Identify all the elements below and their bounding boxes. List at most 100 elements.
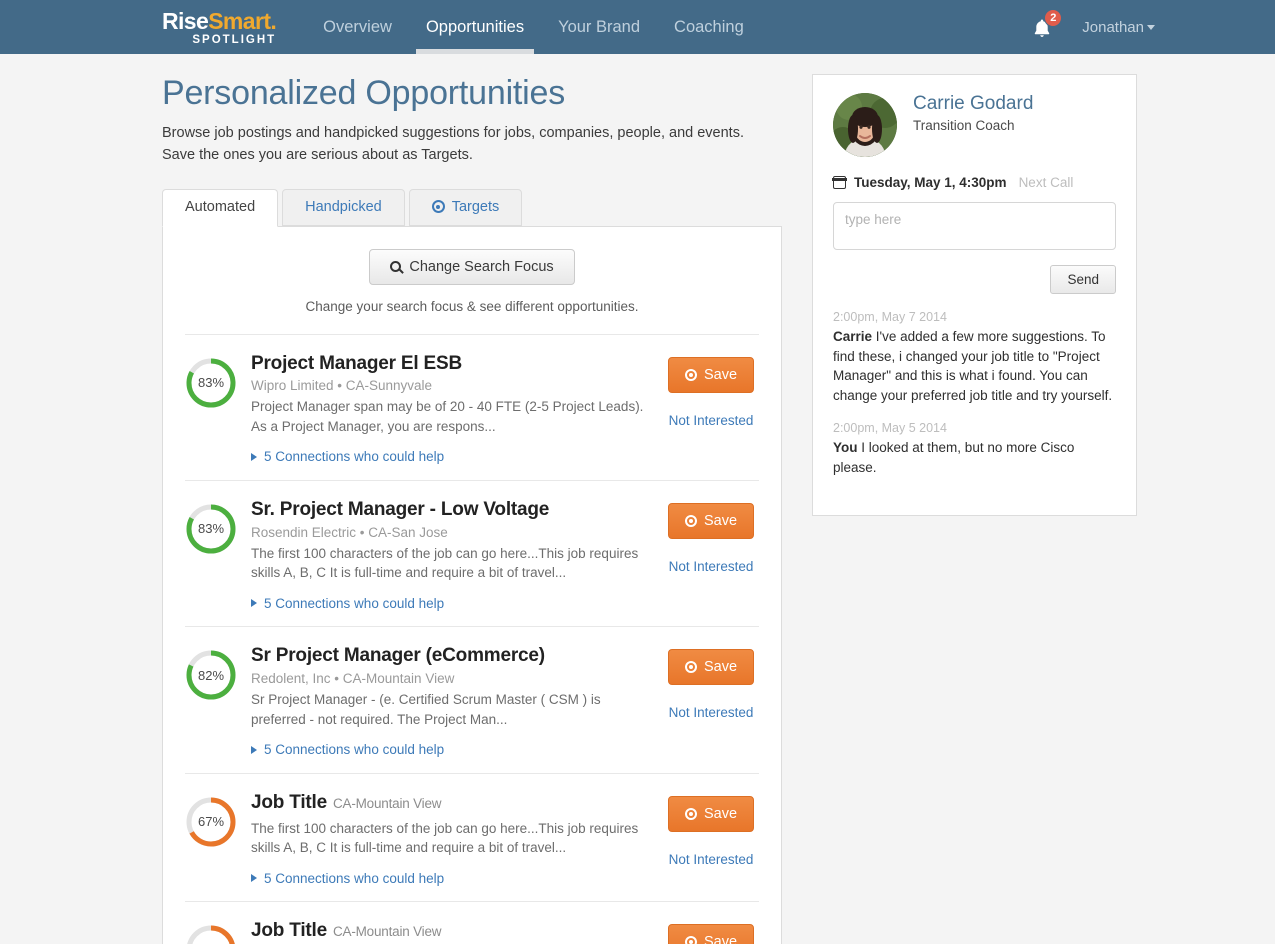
user-menu-button[interactable]: Jonathan <box>1082 19 1155 36</box>
job-details: Sr Project Manager (eCommerce) Redolent,… <box>251 645 649 758</box>
job-actions: Save Not Interested <box>663 353 759 428</box>
save-button[interactable]: Save <box>668 502 754 539</box>
change-search-focus-button[interactable]: Change Search Focus <box>369 248 575 285</box>
match-score-ring: 83% <box>185 503 237 555</box>
match-score-label: 83% <box>197 521 225 537</box>
top-navigation-bar: RiseSmart. SPOTLIGHT Overview Opportunit… <box>0 0 1275 54</box>
job-connections-link[interactable]: 5 Connections who could help <box>251 449 444 464</box>
not-interested-link[interactable]: Not Interested <box>663 559 759 574</box>
avatar <box>833 93 897 157</box>
job-snippet: Sr Project Manager - (e. Certified Scrum… <box>251 692 601 727</box>
message-body: Carrie I've added a few more suggestions… <box>833 327 1116 405</box>
logo-text-spotlight: SPOTLIGHT <box>192 33 277 46</box>
user-menu-label: Jonathan <box>1082 18 1144 36</box>
save-button[interactable]: Save <box>668 356 754 393</box>
send-button[interactable]: Send <box>1050 265 1116 294</box>
message-timestamp: 2:00pm, May 5 2014 <box>833 421 947 436</box>
job-title[interactable]: Sr. Project Manager - Low Voltage <box>251 499 649 522</box>
message-timestamp: 2:00pm, May 7 2014 <box>833 310 947 324</box>
nav-link-opportunities[interactable]: Opportunities <box>409 0 541 54</box>
next-call-label: Next Call <box>1018 175 1074 190</box>
job-actions: Save Not Interested <box>663 499 759 574</box>
job-title[interactable]: Job Title CA-Mountain View <box>251 792 649 815</box>
coach-message-list: 2:00pm, May 7 2014 Carrie I've added a f… <box>833 310 1116 477</box>
job-company: Wipro Limited • CA-Sunnyvale <box>251 378 433 394</box>
job-list-item: 67% Job TitleCA-Mountain View The first … <box>163 902 781 944</box>
save-button[interactable]: Save <box>668 924 754 944</box>
job-list-item: 83% Sr. Project Manager - Low Voltage Ro… <box>163 481 781 628</box>
job-details: Sr. Project Manager - Low Voltage Rosend… <box>251 499 649 612</box>
coach-column: Carrie Godard Transition Coach Tuesday, … <box>812 74 1137 944</box>
job-title-text: Sr. Project Manager - Low Voltage <box>251 498 550 520</box>
job-company: Redolent, Inc • CA-Mountain View <box>251 671 455 687</box>
save-button-label: Save <box>703 512 738 529</box>
match-score-label: 67% <box>197 814 225 830</box>
job-title-text: Job Title <box>251 791 327 813</box>
job-title-text: Project Manager El ESB <box>251 352 463 374</box>
tab-targets[interactable]: Targets <box>408 188 523 226</box>
logo-text-rise: Rise <box>162 7 209 34</box>
not-interested-link[interactable]: Not Interested <box>663 413 759 428</box>
save-button-label: Save <box>703 805 738 822</box>
change-search-focus-label: Change Search Focus <box>409 258 554 275</box>
job-location-inline: CA-Mountain View <box>332 924 442 940</box>
tab-handpicked-label: Handpicked <box>305 198 382 215</box>
match-score-label: 67% <box>185 924 237 944</box>
match-score-ring: 83% <box>185 357 237 409</box>
search-icon <box>390 261 402 272</box>
job-connections-link[interactable]: 5 Connections who could help <box>251 871 444 886</box>
job-connections-link[interactable]: 5 Connections who could help <box>251 596 444 611</box>
nav-link-overview[interactable]: Overview <box>306 0 409 54</box>
message-author: Carrie <box>833 329 873 344</box>
chevron-down-icon <box>1147 25 1155 31</box>
chevron-right-icon <box>251 599 257 608</box>
target-icon <box>431 200 445 213</box>
chevron-right-icon <box>251 745 257 754</box>
coach-name[interactable]: Carrie Godard <box>913 93 1033 115</box>
coach-message: 2:00pm, May 5 2014 You I looked at them,… <box>833 421 1116 477</box>
job-title[interactable]: Job Title CA-Mountain View <box>251 920 649 943</box>
coach-message-input[interactable] <box>833 202 1116 250</box>
message-author: You <box>833 440 858 456</box>
job-title[interactable]: Project Manager El ESB <box>251 353 649 376</box>
job-snippet: Project Manager span may be of 20 - 40 F… <box>251 399 644 434</box>
not-interested-link[interactable]: Not Interested <box>663 852 759 867</box>
match-score-ring-wrap: 82% <box>185 645 237 701</box>
nav-link-coaching[interactable]: Coaching <box>657 0 761 54</box>
save-button[interactable]: Save <box>668 649 754 686</box>
notifications-button[interactable]: 2 <box>1030 9 1063 41</box>
risesmart-logo[interactable]: RiseSmart. SPOTLIGHT <box>162 0 306 54</box>
next-call-time: Tuesday, May 1, 4:30pm <box>854 175 1007 190</box>
target-icon <box>684 368 697 381</box>
calendar-icon <box>832 175 847 189</box>
match-score-ring-wrap: 83% <box>185 499 237 555</box>
search-focus-section: Change Search Focus Change your search f… <box>163 227 781 334</box>
match-score-ring-wrap: 83% <box>185 353 237 409</box>
opportunities-card: Change Search Focus Change your search f… <box>162 225 782 944</box>
match-score-ring: 67% <box>185 924 237 944</box>
save-button-label: Save <box>703 659 738 676</box>
job-list-item: 83% Project Manager El ESB Wipro Limited… <box>163 335 781 481</box>
target-icon <box>684 936 697 944</box>
page-title: Personalized Opportunities <box>162 74 566 112</box>
not-interested-link[interactable]: Not Interested <box>663 705 759 720</box>
job-title[interactable]: Sr Project Manager (eCommerce) <box>251 645 649 668</box>
save-button-label: Save <box>703 934 738 944</box>
job-list: 83% Project Manager El ESB Wipro Limited… <box>163 335 781 944</box>
opportunity-tabs: Automated Handpicked Targets <box>162 188 782 227</box>
page-container: Personalized Opportunities Browse job po… <box>0 54 1275 944</box>
job-title-text: Sr Project Manager (eCommerce) <box>251 645 545 667</box>
match-score-ring: 67% <box>185 796 237 848</box>
tab-automated[interactable]: Automated <box>162 188 279 227</box>
save-button[interactable]: Save <box>668 795 754 832</box>
message-body: You I looked at them, but no more Cisco … <box>833 438 1116 477</box>
job-actions: Save Not Interested <box>663 920 759 944</box>
job-connections-link[interactable]: 5 Connections who could help <box>251 742 444 757</box>
job-actions: Save Not Interested <box>663 792 759 867</box>
tab-handpicked[interactable]: Handpicked <box>282 188 405 226</box>
message-text: I looked at them, but no more Cisco plea… <box>833 440 1075 475</box>
message-text: I've added a few more suggestions. To fi… <box>833 329 1113 403</box>
save-button-label: Save <box>703 366 738 383</box>
coach-role: Transition Coach <box>913 118 1015 133</box>
nav-link-your-brand[interactable]: Your Brand <box>541 0 657 54</box>
